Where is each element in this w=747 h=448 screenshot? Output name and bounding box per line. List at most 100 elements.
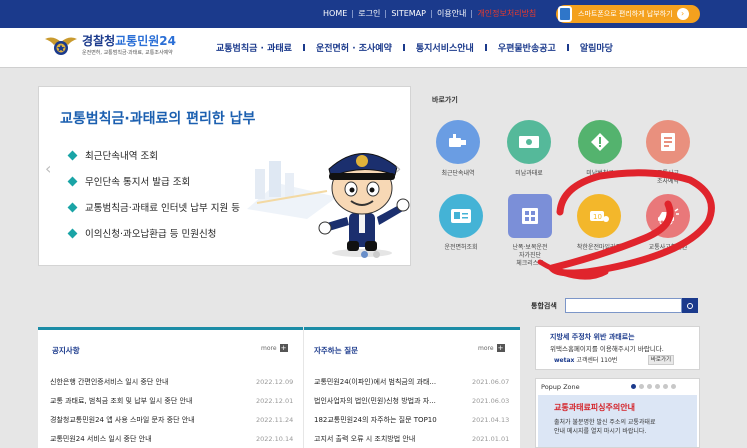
nav-notification-service[interactable]: 통지서비스안내 xyxy=(416,41,474,54)
document-icon xyxy=(646,120,690,164)
divider xyxy=(484,44,487,51)
nav-returned-mail[interactable]: 우편물반송공고 xyxy=(498,41,556,54)
popup-dot[interactable] xyxy=(671,384,676,389)
shortcut-road-rage-checklist[interactable]: 난폭·보복운전 자가진단 체크리스트 xyxy=(494,194,566,268)
popup-dot-active[interactable] xyxy=(631,384,636,389)
privacy-policy-link[interactable]: 개인정보처리방침 xyxy=(472,8,541,20)
list-item[interactable]: 경찰청교통민원24 앱 사용 스마일 문자 중단 안내 2022.11.24 xyxy=(50,410,293,429)
search-button[interactable] xyxy=(682,298,698,313)
banner-feature-item[interactable]: 무인단속 통지서 발급 조회 xyxy=(67,168,240,194)
faq-question: 법인사업자의 법인(민원)신청 방법과 자... xyxy=(314,396,436,405)
faq-date: 2021.04.13 xyxy=(472,415,510,424)
shortcut-unpaid-penalties[interactable]: 미납범칙금 xyxy=(564,120,636,178)
shortcut-accident-reservation[interactable]: 교통사고 조사예약 xyxy=(632,120,704,186)
slide-dot[interactable] xyxy=(373,251,380,258)
banner-feature-list: 최근단속내역 조회 무인단속 통지서 발급 조회 교통범칙금·과태료 인터넷 납… xyxy=(67,142,240,246)
popup-slide[interactable]: 교통과태료피싱주의안내 출처가 불분명한 발신 주소의 교통과태료 안내 메시지… xyxy=(538,395,697,447)
smartphone-payment-label: 스마트폰으로 편리하게 납부하기 xyxy=(578,10,673,18)
banner-feature-item[interactable]: 이의신청·과오납환급 등 민원신청 xyxy=(67,220,240,246)
nav-notice-board[interactable]: 알림마당 xyxy=(580,41,613,54)
shortcut-recent-violations[interactable]: 최근단속내역 xyxy=(422,120,494,178)
search-icon xyxy=(687,302,693,309)
notice-date: 2022.12.01 xyxy=(256,396,294,405)
car-crash-icon xyxy=(646,194,690,238)
logo-title-service: 교통민원24 xyxy=(115,34,176,48)
mileage-icon: 10 xyxy=(577,194,621,238)
shortcut-license-inquiry[interactable]: 운전면허조회 xyxy=(425,194,497,252)
list-item[interactable]: 신한은행 간편인증서비스 일시 중단 안내 2022.12.09 xyxy=(50,372,293,391)
more-label: more xyxy=(261,344,277,352)
banknote-icon xyxy=(507,120,551,164)
banner-feature-item[interactable]: 교통범칙금·과태료 인터넷 납부 지원 등 xyxy=(67,194,240,220)
faq-question: 교통민원24(이파인)에서 범칙금의 과태... xyxy=(314,377,437,386)
camera-icon xyxy=(436,120,480,164)
list-item[interactable]: 고지서 출력 오류 시 조치방법 안내 2021.01.01 xyxy=(314,429,509,448)
banner-feature-label: 무인단속 통지서 발급 조회 xyxy=(85,177,191,188)
popup-pagination xyxy=(631,384,679,389)
diamond-bullet-icon xyxy=(67,176,78,186)
popup-zone: Popup Zone 교통과태료피싱주의안내 출처가 불분명한 발신 주소의 교… xyxy=(535,378,700,448)
site-logo-title[interactable]: 경찰청교통민원24 xyxy=(82,32,176,49)
divider xyxy=(566,44,569,51)
divider xyxy=(402,44,405,51)
home-link[interactable]: HOME xyxy=(318,8,352,20)
list-item[interactable]: 182교통민원24의 자주하는 질문 TOP10 2021.04.13 xyxy=(314,410,509,429)
banner-feature-label: 이의신청·과오납환급 등 민원신청 xyxy=(85,229,217,240)
notices-panel: 공지사항 more + 신한은행 간편인증서비스 일시 중단 안내 2022.12.… xyxy=(38,327,303,448)
shortcut-accident-certificate[interactable]: 교통사고확인원 xyxy=(632,194,704,252)
shortcut-good-driving-mileage[interactable]: 10 착한운전마일리지 xyxy=(563,194,635,252)
login-link[interactable]: 로그인 xyxy=(353,8,385,20)
nav-fines-penalties[interactable]: 교통범칙금 · 과태료 xyxy=(216,41,292,54)
popup-dot[interactable] xyxy=(655,384,660,389)
slide-next-icon[interactable]: › xyxy=(395,159,401,178)
nav-license-reservation[interactable]: 운전면허 · 조사예약 xyxy=(316,41,392,54)
notice-title: 신한은행 간편인증서비스 일시 중단 안내 xyxy=(50,377,169,386)
slide-dot-active[interactable] xyxy=(361,251,368,258)
list-item[interactable]: 교통민원24 서비스 일시 중단 안내 2022.10.14 xyxy=(50,429,293,448)
logo-title-agency: 경찰청 xyxy=(82,34,116,48)
popup-text-2: 안내 메시지를 열지 마시기 바랍니다. xyxy=(554,428,647,435)
promo-go-button[interactable]: 바로가기 xyxy=(648,355,674,365)
license-card-icon xyxy=(439,194,483,238)
police-mascot-illustration xyxy=(318,153,410,257)
top-links: HOME 로그인 SITEMAP 이용안내 개인정보처리방침 xyxy=(318,8,541,20)
popup-dot[interactable] xyxy=(639,384,644,389)
list-item[interactable]: 교통 과태료, 범칙금 조회 및 납부 일시 중단 안내 2022.12.01 xyxy=(50,391,293,410)
smartphone-payment-button[interactable]: 스마트폰으로 편리하게 납부하기 › xyxy=(556,5,700,23)
search-input[interactable] xyxy=(565,298,682,313)
notices-more-button[interactable]: more + xyxy=(261,344,288,352)
shortcut-label: 난폭·보복운전 자가진단 체크리스트 xyxy=(512,244,548,267)
notice-date: 2022.11.24 xyxy=(256,415,294,424)
shortcut-label: 최근단속내역 xyxy=(441,170,475,177)
faq-date: 2021.06.03 xyxy=(472,396,510,405)
notices-title[interactable]: 공지사항 xyxy=(52,345,80,356)
faq-title[interactable]: 자주하는 질문 xyxy=(314,345,358,356)
police-emblem-icon[interactable] xyxy=(44,33,78,59)
smartphone-icon xyxy=(558,6,572,22)
banner-feature-item[interactable]: 최근단속내역 조회 xyxy=(67,142,240,168)
svg-text:10: 10 xyxy=(593,213,602,221)
wetax-promo-banner[interactable]: 지방세 주정차 위반 과태료는 위택스홈페이지를 이용해주시기 바랍니다. we… xyxy=(535,326,700,370)
faq-more-button[interactable]: more + xyxy=(478,344,505,352)
popup-dot[interactable] xyxy=(647,384,652,389)
slide-prev-icon[interactable]: ‹ xyxy=(45,159,51,178)
usage-guide-link[interactable]: 이용안내 xyxy=(432,8,471,20)
shortcut-label: 미납과태료 xyxy=(515,170,543,177)
promo-contact: wetax 고객센터 110번 xyxy=(554,355,617,364)
plus-icon: + xyxy=(279,344,288,352)
faq-list: 교통민원24(이파인)에서 범칙금의 과태... 2021.06.07 법인사업자… xyxy=(314,372,509,448)
list-item[interactable]: 법인사업자의 법인(민원)신청 방법과 자... 2021.06.03 xyxy=(314,391,509,410)
integrated-search-label: 통합검색 xyxy=(531,302,557,310)
main-nav: 교통범칙금 · 과태료 운전면허 · 조사예약 통지서비스안내 우편물반송공고 … xyxy=(216,41,613,54)
shortcuts-title: 바로가기 xyxy=(432,96,458,104)
notices-list: 신한은행 간편인증서비스 일시 중단 안내 2022.12.09 교통 과태료, … xyxy=(50,372,293,448)
list-item[interactable]: 교통민원24(이파인)에서 범칙금의 과태... 2021.06.07 xyxy=(314,372,509,391)
popup-text-1: 출처가 불분명한 발신 주소의 교통과태료 xyxy=(554,419,656,426)
popup-dot[interactable] xyxy=(663,384,668,389)
notice-date: 2022.10.14 xyxy=(256,434,294,443)
shortcut-unpaid-fines[interactable]: 미납과태료 xyxy=(493,120,565,178)
arrow-right-icon: › xyxy=(676,8,689,20)
main-banner-slider[interactable]: 교통범칙금·과태료의 편리한 납부 최근단속내역 조회 무인단속 통지서 발급 … xyxy=(38,86,411,266)
sitemap-link[interactable]: SITEMAP xyxy=(386,8,431,20)
promo-line-2: 위택스홈페이지를 이용해주시기 바랍니다. xyxy=(550,345,664,353)
